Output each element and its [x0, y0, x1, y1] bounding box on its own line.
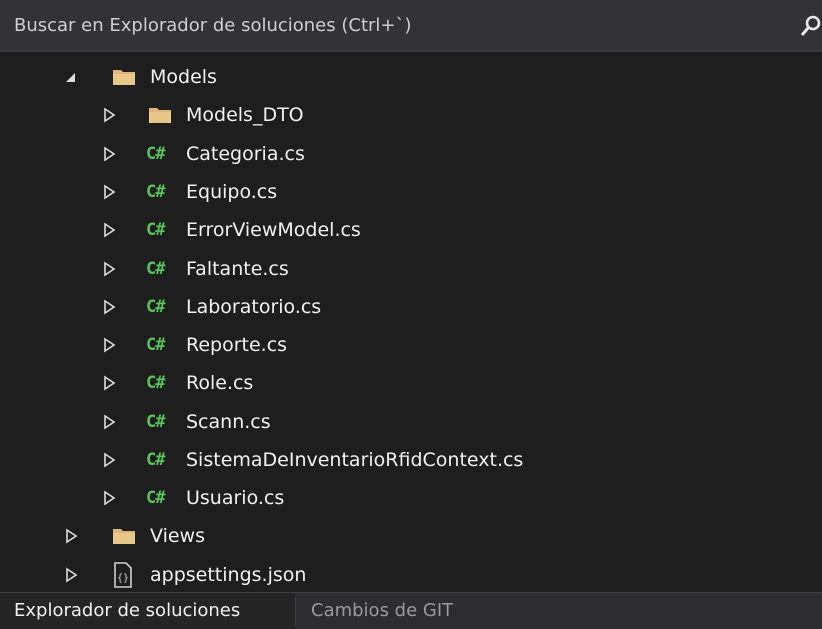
csharp-file-icon: C#: [146, 450, 166, 470]
tree-item-label: Models_DTO: [186, 104, 304, 126]
tab-solution-explorer[interactable]: Explorador de soluciones: [0, 593, 295, 629]
collapsed-arrow-icon[interactable]: [102, 490, 116, 506]
tree-item-equipo[interactable]: C# Equipo.cs: [0, 173, 822, 211]
collapsed-arrow-icon[interactable]: [102, 184, 116, 200]
tree-item-reporte[interactable]: C# Reporte.cs: [0, 326, 822, 364]
collapsed-arrow-icon[interactable]: [102, 299, 116, 315]
tree-item-categoria[interactable]: C# Categoria.cs: [0, 135, 822, 173]
folder-icon: [113, 70, 135, 85]
tree-item-laboratorio[interactable]: C# Laboratorio.cs: [0, 288, 822, 326]
csharp-file-icon: C#: [146, 144, 166, 164]
tree-item-appsettings[interactable]: {} appsettings.json: [0, 556, 822, 594]
csharp-file-icon: C#: [146, 182, 166, 202]
collapsed-arrow-icon[interactable]: [64, 528, 78, 544]
csharp-file-icon: C#: [146, 488, 166, 508]
tree-item-label: Role.cs: [186, 372, 254, 394]
tab-git-changes[interactable]: Cambios de GIT: [297, 593, 467, 629]
tree-item-models-dto[interactable]: Models_DTO: [0, 96, 822, 134]
tree-item-label: ErrorViewModel.cs: [186, 219, 361, 241]
csharp-file-icon: C#: [146, 412, 166, 432]
tree-item-label: Views: [150, 525, 205, 547]
tree-item-label: appsettings.json: [150, 564, 307, 586]
csharp-file-icon: C#: [146, 220, 166, 240]
tree-item-errorviewmodel[interactable]: C# ErrorViewModel.cs: [0, 211, 822, 249]
json-file-icon: {}: [114, 562, 132, 588]
svg-text:{}: {}: [117, 573, 129, 584]
csharp-file-icon: C#: [146, 335, 166, 355]
csharp-file-icon: C#: [146, 373, 166, 393]
tree-item-label: SistemaDeInventarioRfidContext.cs: [186, 449, 524, 471]
panel-tabs: Explorador de soluciones Cambios de GIT: [0, 592, 822, 629]
tab-divider: [295, 597, 296, 625]
tree-item-label: Categoria.cs: [186, 143, 305, 165]
tree-item-models[interactable]: Models: [0, 58, 822, 96]
tree-item-context[interactable]: C# SistemaDeInventarioRfidContext.cs: [0, 441, 822, 479]
tree-item-label: Models: [150, 66, 217, 88]
collapsed-arrow-icon[interactable]: [64, 567, 78, 583]
tree-item-label: Faltante.cs: [186, 258, 289, 280]
collapsed-arrow-icon[interactable]: [102, 146, 116, 162]
csharp-file-icon: C#: [146, 259, 166, 279]
folder-icon: [113, 529, 135, 544]
tree-item-scann[interactable]: C# Scann.cs: [0, 403, 822, 441]
expanded-arrow-icon[interactable]: [64, 69, 78, 85]
folder-icon: [149, 108, 171, 123]
tree-item-role[interactable]: C# Role.cs: [0, 364, 822, 402]
tree-item-label: Laboratorio.cs: [186, 296, 322, 318]
csharp-file-icon: C#: [146, 297, 166, 317]
tree-item-label: Reporte.cs: [186, 334, 288, 356]
search-bar: [0, 0, 822, 52]
tree-item-views[interactable]: Views: [0, 517, 822, 555]
tree-item-label: Equipo.cs: [186, 181, 278, 203]
collapsed-arrow-icon[interactable]: [102, 222, 116, 238]
collapsed-arrow-icon[interactable]: [102, 414, 116, 430]
tree-item-faltante[interactable]: C# Faltante.cs: [0, 250, 822, 288]
collapsed-arrow-icon[interactable]: [102, 452, 116, 468]
tree-item-usuario[interactable]: C# Usuario.cs: [0, 479, 822, 517]
collapsed-arrow-icon[interactable]: [102, 261, 116, 277]
collapsed-arrow-icon[interactable]: [102, 107, 116, 123]
tree-item-label: Scann.cs: [186, 411, 271, 433]
search-icon[interactable]: [800, 14, 822, 38]
collapsed-arrow-icon[interactable]: [102, 375, 116, 391]
tree-item-label: Usuario.cs: [186, 487, 285, 509]
search-input[interactable]: [0, 0, 800, 51]
collapsed-arrow-icon[interactable]: [102, 337, 116, 353]
